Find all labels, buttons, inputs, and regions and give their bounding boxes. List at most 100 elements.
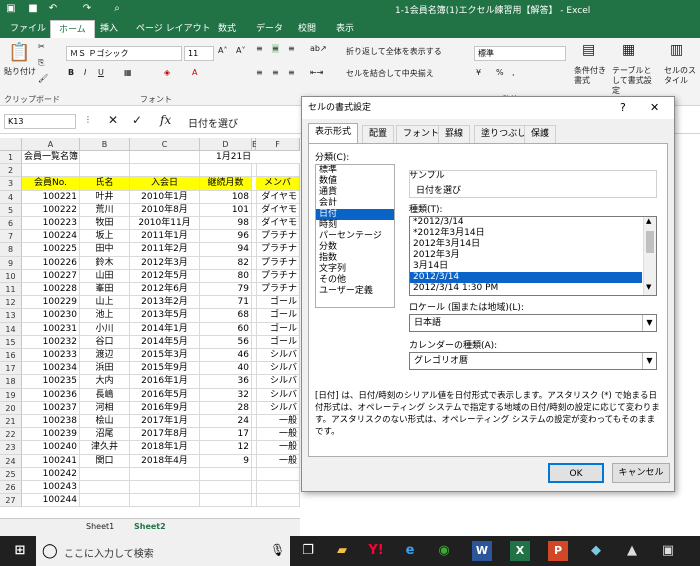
row-header[interactable]: 27	[0, 494, 22, 508]
tab-insert[interactable]: 挿入	[92, 20, 126, 38]
table-cell[interactable]: 2016年1月	[130, 375, 200, 389]
redo-icon[interactable]: ↷	[80, 2, 94, 16]
table-cell[interactable]: 100227	[22, 269, 80, 283]
table-cell[interactable]: ゴール	[256, 309, 300, 323]
task-view-icon[interactable]: ❐	[296, 539, 320, 563]
list-item[interactable]: 標準	[316, 165, 394, 176]
table-cell[interactable]: ゴール	[256, 335, 300, 349]
table-cell[interactable]: 36	[200, 375, 252, 389]
font-color-icon[interactable]: A	[192, 68, 197, 77]
table-cell[interactable]: 2018年4月	[130, 454, 200, 468]
tab-border[interactable]: 罫線	[438, 125, 471, 143]
table-cell[interactable]: 坂上	[80, 230, 130, 244]
table-cell[interactable]: 2010年1月	[130, 190, 200, 204]
yahoo-icon[interactable]: Y!	[364, 539, 388, 563]
word-icon[interactable]: W	[472, 541, 492, 561]
align-middle-icon[interactable]: ≡	[272, 44, 279, 53]
table-cell[interactable]: ダイヤモ	[256, 217, 300, 231]
percent-icon[interactable]: %	[496, 68, 504, 77]
tab-page-layout[interactable]: ページ レイアウト	[128, 20, 219, 38]
table-cell[interactable]: 56	[200, 335, 252, 349]
table-cell[interactable]: 79	[200, 283, 252, 297]
row-header[interactable]: 12	[0, 296, 22, 310]
row-header[interactable]: 10	[0, 269, 22, 283]
list-item[interactable]: 会計	[316, 198, 394, 209]
table-cell[interactable]: 浜田	[80, 362, 130, 376]
orientation-icon[interactable]: ab↗	[310, 44, 327, 53]
table-cell[interactable]: 継続月数	[200, 177, 252, 191]
table-cell[interactable]: 2015年3月	[130, 349, 200, 363]
chevron-down-icon[interactable]: ▼	[642, 353, 656, 369]
table-cell[interactable]: 2012年5月	[130, 269, 200, 283]
worksheet-grid[interactable]: A B C D E F 1 会員一覧名簿 1月21日 2 3 会員No. 氏名 入会日 継続月数…	[0, 138, 300, 518]
table-cell[interactable]	[256, 481, 300, 495]
row-header[interactable]: 4	[0, 190, 22, 204]
table-cell[interactable]: 谷口	[80, 335, 130, 349]
table-cell[interactable]: 会員No.	[22, 177, 80, 191]
format-table-button[interactable]: テーブルとして書式設定	[612, 66, 658, 96]
tab-home[interactable]: ホーム	[50, 20, 95, 38]
table-cell[interactable]: 46	[200, 349, 252, 363]
paste-icon[interactable]: 📋	[8, 42, 30, 63]
table-cell[interactable]	[256, 467, 300, 481]
underline-icon[interactable]: U	[98, 68, 104, 77]
fill-color-icon[interactable]: ◈	[164, 68, 170, 77]
photos-icon[interactable]: ▲	[620, 539, 644, 563]
table-cell[interactable]: プラチナ	[256, 256, 300, 270]
tab-review[interactable]: 校閲	[290, 20, 324, 38]
list-item[interactable]: *2012/3/14	[410, 217, 642, 228]
sheet-tab[interactable]: Sheet1	[86, 522, 114, 531]
table-cell[interactable]: ゴール	[256, 322, 300, 336]
copy-icon[interactable]: ⎘	[38, 58, 44, 68]
indent-icon[interactable]: ⇤⇥	[310, 68, 323, 77]
table-cell[interactable]	[256, 494, 300, 508]
table-cell[interactable]: 長嶋	[80, 388, 130, 402]
table-cell[interactable]: 100244	[22, 494, 80, 508]
row-header[interactable]: 20	[0, 401, 22, 415]
table-cell[interactable]: 100242	[22, 467, 80, 481]
border-icon[interactable]: ▦	[124, 68, 132, 77]
category-list[interactable]: 標準 数値 通貨 会計 日付 時刻 パーセンテージ 分数 指数 文字列 その他 ユーザー定義	[315, 164, 395, 308]
table-cell[interactable]	[130, 481, 200, 495]
table-cell[interactable]: 17	[200, 428, 252, 442]
table-cell[interactable]: 108	[200, 190, 252, 204]
cell-style-button[interactable]: セルのスタイル	[664, 66, 698, 86]
table-cell[interactable]: 2012年3月	[130, 256, 200, 270]
table-cell[interactable]	[130, 494, 200, 508]
comma-icon[interactable]: ,	[512, 68, 515, 77]
table-cell[interactable]: メンバ	[256, 177, 300, 191]
table-cell[interactable]: 100243	[22, 481, 80, 495]
table-cell[interactable]: 100224	[22, 230, 80, 244]
table-cell[interactable]: 2015年9月	[130, 362, 200, 376]
table-cell[interactable]: 2013年5月	[130, 309, 200, 323]
row-header[interactable]: 14	[0, 322, 22, 336]
row-header[interactable]: 8	[0, 243, 22, 257]
merge-center-button[interactable]: セルを結合して中央揃え	[346, 68, 434, 79]
table-cell[interactable]: 一般	[256, 454, 300, 468]
table-cell[interactable]: 32	[200, 388, 252, 402]
table-cell[interactable]: 24	[200, 415, 252, 429]
table-cell[interactable]	[130, 467, 200, 481]
app-icon[interactable]: ◆	[584, 539, 608, 563]
table-cell[interactable]	[200, 467, 252, 481]
table-cell[interactable]: 2016年9月	[130, 401, 200, 415]
row-header[interactable]: 3	[0, 177, 22, 191]
table-cell[interactable]: 山上	[80, 296, 130, 310]
table-cell[interactable]: 鈴木	[80, 256, 130, 270]
table-cell[interactable]: 2016年5月	[130, 388, 200, 402]
table-cell[interactable]: 40	[200, 362, 252, 376]
table-cell[interactable]: 100225	[22, 243, 80, 257]
undo-icon[interactable]: ↶	[46, 2, 60, 16]
table-cell[interactable]: 100234	[22, 362, 80, 376]
table-cell[interactable]	[80, 164, 130, 178]
table-cell[interactable]: 渡辺	[80, 349, 130, 363]
type-list[interactable]: *2012/3/14 *2012年3月14日 2012年3月14日 2012年3月 3月…	[409, 216, 657, 296]
tab-view[interactable]: 表示	[328, 20, 362, 38]
row-header[interactable]: 9	[0, 256, 22, 270]
table-cell[interactable]: 池上	[80, 309, 130, 323]
font-name-box[interactable]: ＭＳ Ｐゴシック	[66, 46, 182, 61]
table-cell[interactable]: 100235	[22, 375, 80, 389]
row-header[interactable]: 23	[0, 441, 22, 455]
row-header[interactable]: 6	[0, 217, 22, 231]
table-cell[interactable]	[256, 164, 300, 178]
